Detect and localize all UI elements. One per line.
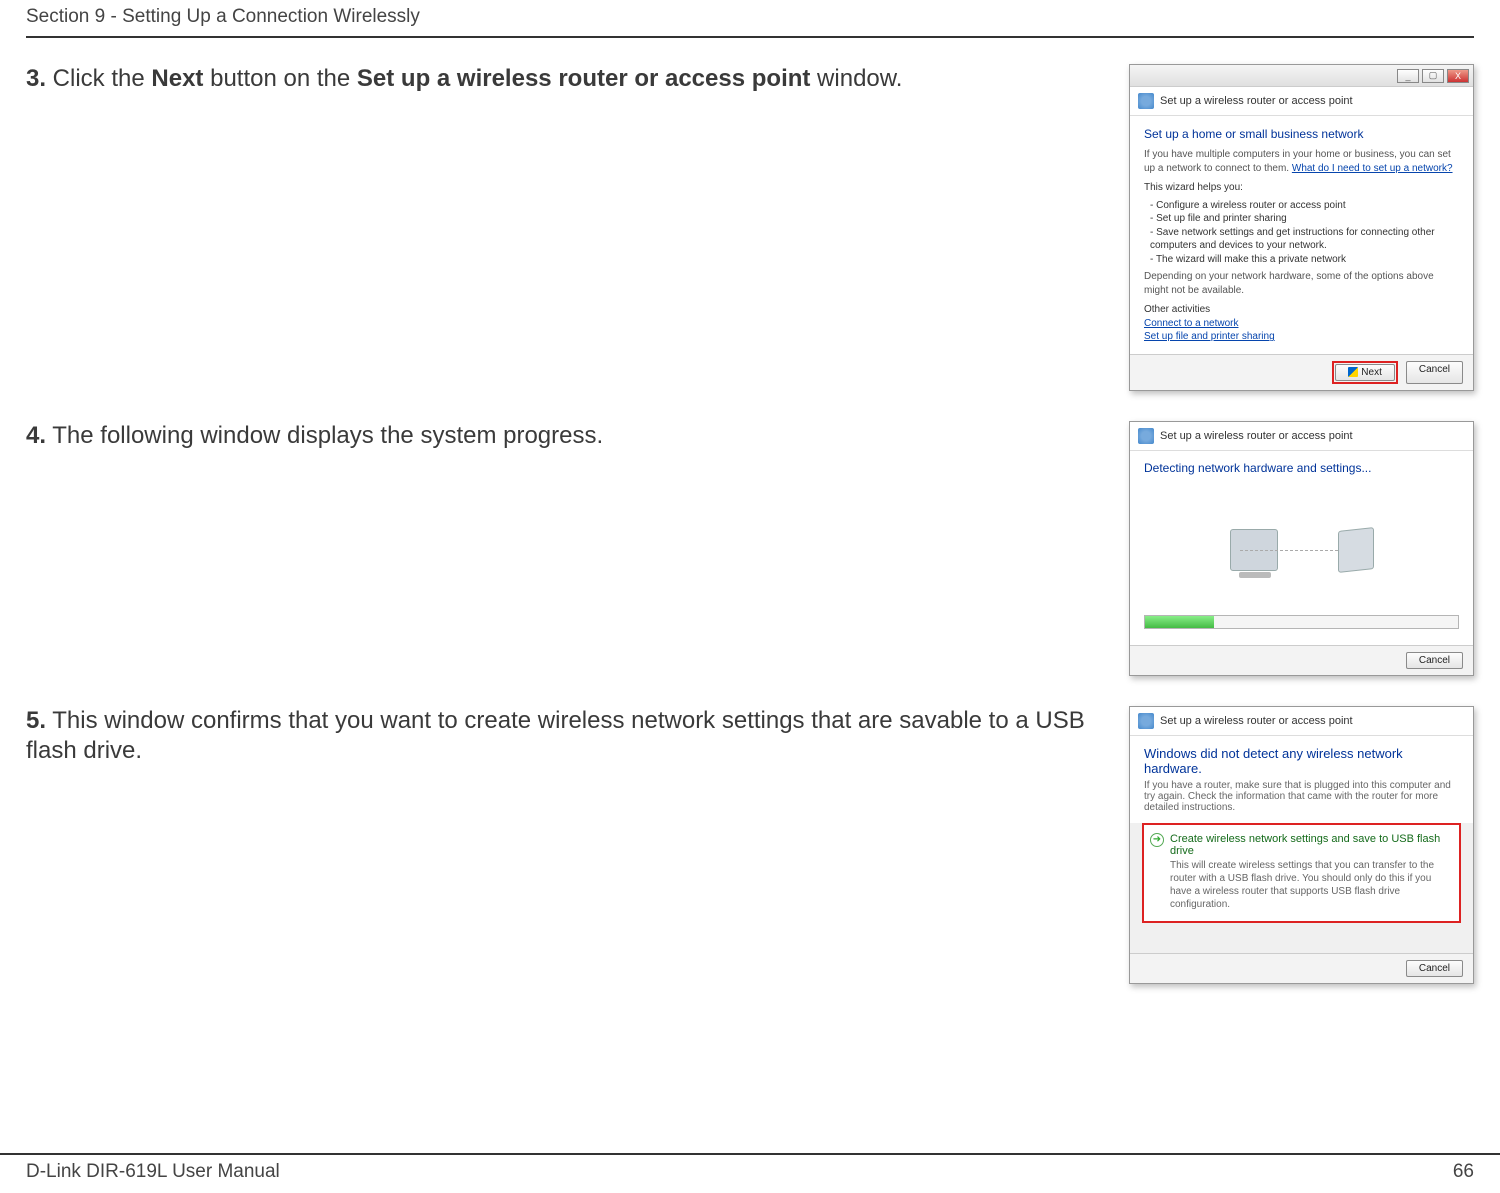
shield-icon <box>1348 367 1358 377</box>
step-4-number: 4. <box>26 422 46 449</box>
help-item-3: Save network settings and get instructio… <box>1150 226 1459 253</box>
link-connect-network[interactable]: Connect to a network <box>1144 318 1239 329</box>
option-desc: This will create wireless settings that … <box>1170 859 1449 911</box>
page-number: 66 <box>1453 1161 1474 1183</box>
cancel-button[interactable]: Cancel <box>1406 361 1463 384</box>
maximize-button[interactable]: ▢ <box>1422 69 1444 83</box>
wizard-header: Set up a wireless router or access point <box>1130 707 1473 736</box>
wizard-header: Set up a wireless router or access point <box>1130 422 1473 451</box>
cancel-button[interactable]: Cancel <box>1406 652 1463 669</box>
step-3-bold2: Set up a wireless router or access point <box>357 65 811 92</box>
titlebar: _ ▢ X <box>1130 65 1473 87</box>
help-item-4: The wizard will make this a private netw… <box>1150 253 1459 267</box>
next-button-highlight: Next <box>1332 361 1398 384</box>
intro-link[interactable]: What do I need to set up a network? <box>1292 163 1453 174</box>
next-button[interactable]: Next <box>1335 364 1395 381</box>
option-title: Create wireless network settings and sav… <box>1170 833 1449 857</box>
step-5-row: 5. This window confirms that you want to… <box>26 706 1474 984</box>
page-footer: D-Link DIR-619L User Manual 66 <box>0 1153 1500 1193</box>
progress-bar <box>1144 615 1459 629</box>
other-title: Other activities <box>1144 303 1459 317</box>
wizard-icon <box>1138 713 1154 729</box>
link-file-sharing[interactable]: Set up file and printer sharing <box>1144 331 1275 342</box>
wizard-body: Set up a home or small business network … <box>1130 116 1473 354</box>
router-icon <box>1338 527 1374 573</box>
step-3-post: window. <box>810 65 902 92</box>
button-bar: Next Cancel <box>1130 354 1473 390</box>
detecting-text: Detecting network hardware and settings.… <box>1130 451 1473 485</box>
step-4-body: The following window displays the system… <box>46 422 603 449</box>
help-item-1: Configure a wireless router or access po… <box>1150 199 1459 213</box>
detect-animation <box>1130 485 1473 615</box>
step-5-body: This window confirms that you want to cr… <box>26 707 1085 764</box>
arrow-icon: ➜ <box>1150 833 1164 847</box>
button-bar: Cancel <box>1130 953 1473 983</box>
progress-wrap <box>1130 615 1473 645</box>
next-button-label: Next <box>1361 367 1382 378</box>
section-header: Section 9 - Setting Up a Connection Wire… <box>0 0 1500 28</box>
progress-fill <box>1145 616 1214 628</box>
wizard-breadcrumb: Set up a wireless router or access point <box>1160 95 1353 107</box>
step-3-bold1: Next <box>151 65 203 92</box>
step-3-text: 3. Click the Next button on the Set up a… <box>26 64 1129 94</box>
wizard-icon <box>1138 428 1154 444</box>
wizard-breadcrumb: Set up a wireless router or access point <box>1160 430 1353 442</box>
helps-list: Configure a wireless router or access po… <box>1150 199 1459 267</box>
step-4-text: 4. The following window displays the sys… <box>26 421 1129 451</box>
help-item-2: Set up file and printer sharing <box>1150 212 1459 226</box>
screenshot-step-3: _ ▢ X Set up a wireless router or access… <box>1129 64 1474 391</box>
step-3-mid: button on the <box>203 65 356 92</box>
screenshot-step-4: Set up a wireless router or access point… <box>1129 421 1474 676</box>
wizard-breadcrumb: Set up a wireless router or access point <box>1160 715 1353 727</box>
cancel-button[interactable]: Cancel <box>1406 960 1463 977</box>
content-area: 3. Click the Next button on the Set up a… <box>0 38 1500 984</box>
screenshot-step-5: Set up a wireless router or access point… <box>1129 706 1474 984</box>
step-4-row: 4. The following window displays the sys… <box>26 421 1474 676</box>
minimize-button[interactable]: _ <box>1397 69 1419 83</box>
no-hardware-lead: Windows did not detect any wireless netw… <box>1130 736 1473 780</box>
depend-note: Depending on your network hardware, some… <box>1144 270 1459 297</box>
button-bar: Cancel <box>1130 645 1473 675</box>
step-3-row: 3. Click the Next button on the Set up a… <box>26 64 1474 391</box>
manual-title: D-Link DIR-619L User Manual <box>26 1161 280 1183</box>
create-settings-option[interactable]: ➜ Create wireless network settings and s… <box>1142 823 1461 923</box>
wizard-intro: If you have multiple computers in your h… <box>1144 148 1459 175</box>
wizard-lead: Set up a home or small business network <box>1144 126 1459 142</box>
step-3-number: 3. <box>26 65 46 92</box>
wizard-icon <box>1138 93 1154 109</box>
no-hardware-sub: If you have a router, make sure that is … <box>1130 780 1473 823</box>
wizard-header: Set up a wireless router or access point <box>1130 87 1473 116</box>
close-button[interactable]: X <box>1447 69 1469 83</box>
step-5-number: 5. <box>26 707 46 734</box>
step-5-text: 5. This window confirms that you want to… <box>26 706 1129 766</box>
step-3-pre: Click the <box>46 65 151 92</box>
helps-title: This wizard helps you: <box>1144 181 1459 195</box>
